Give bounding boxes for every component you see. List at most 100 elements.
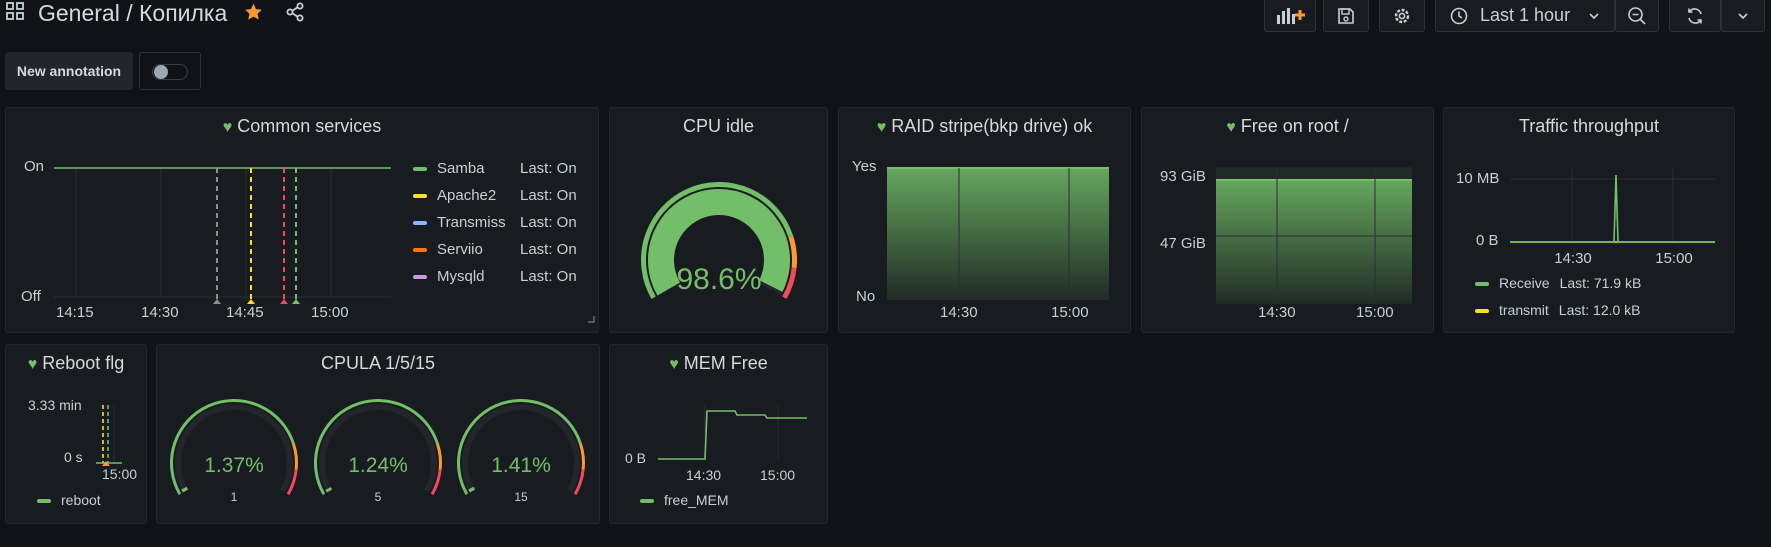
gauge-value: 98.6%: [676, 263, 761, 296]
gauge-label: 5: [375, 490, 382, 504]
panel-free-on-root[interactable]: ♥ Free on root / 93 GiB 47 GiB 14:30 15:0…: [1141, 107, 1434, 333]
legend-last-value: Last: On: [520, 187, 577, 204]
x-axis-tick: 14:30: [686, 467, 722, 483]
x-axis-tick: 15:00: [102, 466, 138, 482]
save-icon: [1338, 7, 1354, 24]
dashboard-navbar: General / Копилка Last 1 hour: [0, 0, 1771, 34]
legend-last-value: Last: On: [520, 241, 577, 258]
panel-mem-free[interactable]: ♥ MEM Free 0 B 14:30 15:00 free_MEM: [609, 344, 828, 524]
breadcrumb-separator: /: [119, 0, 139, 26]
y-axis-label: Off: [21, 288, 41, 305]
gauge-value-arc: [325, 487, 333, 493]
y-axis-tick: 0 B: [625, 450, 647, 466]
y-axis-tick: 93 GiB: [1160, 168, 1206, 185]
gauge-label: 1: [231, 490, 238, 504]
y-axis-tick: 3.33 min: [28, 397, 82, 413]
add-panel-button[interactable]: [1264, 0, 1316, 32]
gauge-threshold-warn: [579, 443, 585, 470]
panel-common-services[interactable]: ♥ Common services On Off 14:15 14:30 14:4…: [5, 107, 599, 333]
x-axis-tick: 14:45: [226, 304, 264, 321]
area-fill: [1216, 180, 1412, 304]
cpu-idle-gauge: 98.6%: [641, 182, 797, 299]
new-annotation-label: New annotation: [5, 52, 133, 90]
gauge-track: [319, 404, 437, 493]
share-icon[interactable]: [285, 2, 305, 22]
gauge-value-arc: [181, 486, 189, 493]
y-axis-label: Yes: [852, 158, 877, 175]
gauge-threshold-ok: [457, 399, 582, 495]
breadcrumb: General / Копилка: [38, 0, 227, 26]
y-axis-tick: 47 GiB: [1160, 235, 1206, 252]
legend-item[interactable]: Samba: [413, 160, 485, 177]
gauge-value-arc: [468, 486, 476, 493]
gauge-track: [462, 404, 580, 493]
legend-last-value: Last: On: [520, 214, 577, 231]
y-axis-tick: 0 B: [1476, 232, 1499, 249]
legend-item[interactable]: Transmiss: [413, 214, 506, 231]
gauge-threshold-warn: [292, 443, 298, 470]
x-axis-tick: 14:15: [56, 304, 94, 321]
raid-plot: [887, 167, 1109, 300]
toggle-knob: [154, 65, 168, 79]
x-axis-tick: 14:30: [141, 304, 179, 321]
breadcrumb-folder[interactable]: General: [38, 0, 120, 26]
grid-icon[interactable]: [6, 2, 24, 20]
y-axis-tick: 0 s: [64, 449, 83, 465]
dashboard-title[interactable]: Копилка: [139, 0, 227, 26]
save-dashboard-button[interactable]: [1323, 0, 1369, 32]
panel-cpula[interactable]: CPULA 1/5/15 1.37% 1.24% 1.41% 1 5 15: [156, 344, 600, 524]
gauge-value: 1.37%: [204, 454, 264, 477]
gauge-threshold-ok: [170, 399, 295, 495]
panel-reboot-flag[interactable]: ♥ Reboot flg 3.33 min 0 s 15:00 reboot: [5, 344, 147, 524]
legend-item[interactable]: Serviio: [413, 241, 483, 258]
panel-cpu-idle[interactable]: CPU idle 98.6%: [609, 107, 828, 333]
free-root-plot: [1216, 167, 1412, 304]
legend-item[interactable]: free_MEM: [640, 492, 729, 508]
x-axis-tick: 14:30: [940, 304, 978, 321]
x-axis-tick: 14:30: [1554, 250, 1592, 267]
zoom-out-icon: [1628, 6, 1646, 25]
x-axis-tick: 15:00: [760, 467, 796, 483]
gauge-threshold-ok: [314, 399, 439, 495]
legend-item[interactable]: transmit Last: 12.0 kB: [1475, 302, 1641, 318]
dashboard-settings-button[interactable]: [1379, 0, 1425, 32]
chevron-down-icon: [1738, 12, 1748, 19]
clock-icon: [1450, 7, 1468, 24]
gauge-label: 15: [514, 490, 528, 504]
x-axis-tick: 14:30: [1258, 304, 1296, 321]
legend-item[interactable]: Apache2: [413, 187, 496, 204]
time-range-label: Last 1 hour: [1480, 5, 1571, 25]
zoom-out-button[interactable]: [1615, 0, 1659, 32]
gear-icon: [1394, 8, 1410, 23]
x-axis-tick: 15:00: [1051, 304, 1089, 321]
x-axis-tick: 15:00: [1655, 250, 1693, 267]
cpula-gauges: 1.37% 1.24% 1.41% 1 5 15: [170, 399, 585, 504]
refresh-icon: [1688, 7, 1702, 24]
x-axis-tick: 15:00: [1356, 304, 1394, 321]
panel-traffic-throughput[interactable]: Traffic throughput 10 MB 0 B 14:30 15:00…: [1443, 107, 1735, 333]
legend-item[interactable]: reboot: [37, 492, 101, 508]
legend-item[interactable]: Mysqld: [413, 268, 485, 285]
gauge-value: 1.41%: [491, 454, 551, 477]
add-panel-icon: [1277, 7, 1305, 24]
refresh-interval-dropdown[interactable]: [1721, 0, 1765, 32]
legend-last-value: Last: On: [520, 268, 577, 285]
refresh-button[interactable]: [1669, 0, 1721, 32]
chevron-down-icon: [1589, 12, 1599, 19]
free-mem-line: [658, 410, 807, 460]
area-fill: [887, 168, 1109, 300]
y-axis-label: No: [856, 288, 876, 305]
receive-line: [1510, 174, 1715, 243]
legend-item[interactable]: Receive Last: 71.9 kB: [1475, 275, 1641, 291]
legend-last-value: Last: On: [520, 160, 577, 177]
x-axis-tick: 15:00: [311, 304, 349, 321]
y-axis-tick: 10 MB: [1456, 170, 1500, 187]
time-range-picker[interactable]: Last 1 hour: [1435, 0, 1615, 32]
gauge-value: 1.24%: [348, 454, 408, 477]
star-icon[interactable]: [243, 2, 264, 22]
traffic-plot: [1510, 168, 1715, 244]
gauge-threshold-warn: [788, 235, 797, 269]
annotation-toggle[interactable]: [139, 52, 201, 90]
panel-raid-stripe[interactable]: ♥ RAID stripe(bkp drive) ok Yes No 14:30 …: [838, 107, 1131, 333]
gauge-threshold-warn: [436, 443, 442, 470]
